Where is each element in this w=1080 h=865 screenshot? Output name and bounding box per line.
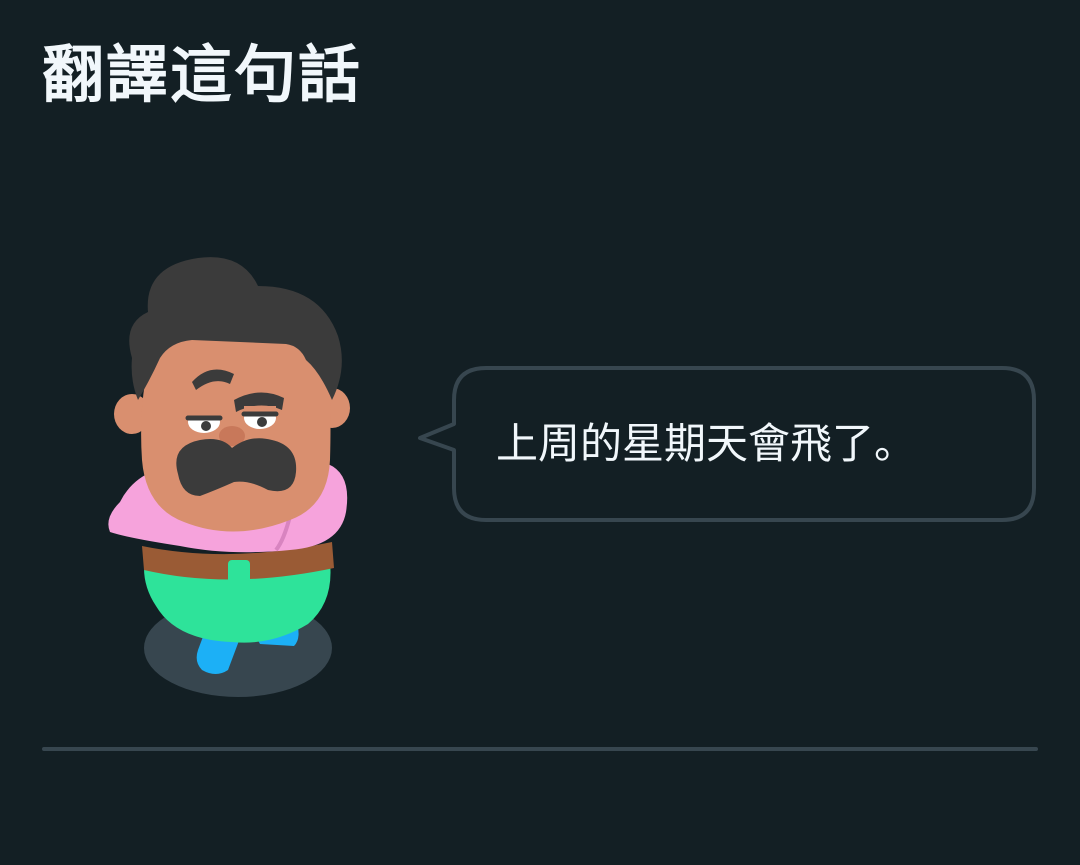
divider — [42, 747, 1038, 751]
man-with-mustache-character-icon — [108, 257, 350, 697]
prompt-sentence[interactable]: 上周的星期天會飛了。 — [496, 366, 916, 522]
speech-bubble[interactable]: 上周的星期天會飛了。 — [418, 366, 1036, 522]
page-title: 翻譯這句話 — [42, 38, 363, 111]
character-illustration — [100, 250, 360, 710]
